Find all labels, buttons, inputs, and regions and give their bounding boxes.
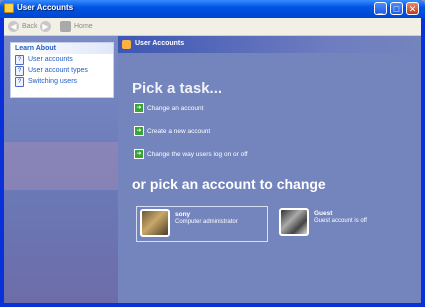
window-frame-bottom (0, 303, 425, 307)
account-name: sony (175, 211, 191, 218)
window-frame-right (421, 18, 425, 307)
learn-link-user-accounts[interactable]: ? User accounts (15, 54, 113, 65)
toolbar: ◀ Back ▶ Home (4, 18, 421, 36)
green-arrow-icon: ➜ (134, 149, 144, 159)
back-arrow-icon: ◀ (8, 21, 19, 32)
account-type: Guest account is off (314, 218, 367, 224)
title-bar[interactable]: User Accounts _ □ ✕ (0, 0, 425, 18)
home-label: Home (74, 23, 93, 30)
maximize-button[interactable]: □ (390, 2, 403, 15)
main-content: Learn About ? User accounts ? User accou… (4, 36, 421, 303)
left-pane: Learn About ? User accounts ? User accou… (4, 36, 118, 303)
green-arrow-icon: ➜ (134, 103, 144, 113)
user-accounts-icon (122, 40, 131, 49)
help-icon: ? (15, 65, 24, 76)
task-label: Change an account (147, 104, 204, 112)
home-button[interactable]: Home (60, 20, 93, 33)
guitar-picture-icon (140, 209, 170, 237)
close-button[interactable]: ✕ (406, 2, 419, 15)
learn-about-panel: Learn About ? User accounts ? User accou… (10, 42, 114, 98)
learn-about-heading: Learn About (11, 43, 113, 54)
task-create-account[interactable]: ➜ Create a new account (134, 126, 210, 136)
learn-link-label: User account types (28, 67, 88, 74)
page-header: User Accounts (118, 36, 421, 53)
task-label: Create a new account (147, 127, 211, 135)
account-type: Computer administrator (175, 219, 238, 225)
learn-link-label: Switching users (28, 78, 78, 85)
forward-arrow-icon: ▶ (40, 21, 51, 32)
back-label: Back (22, 23, 38, 30)
home-icon (60, 21, 71, 32)
account-tile-sony[interactable]: sony Computer administrator (136, 206, 268, 242)
pick-account-heading: or pick an account to change (132, 176, 326, 192)
task-label: Change the way users log on or off (147, 150, 248, 158)
forward-button[interactable]: ▶ (40, 20, 54, 33)
user-accounts-window: User Accounts _ □ ✕ ◀ Back ▶ Home Learn … (0, 0, 425, 307)
minimize-button[interactable]: _ (374, 2, 387, 15)
help-icon: ? (15, 54, 24, 65)
help-icon: ? (15, 76, 24, 87)
window-title: User Accounts (17, 3, 74, 12)
learn-link-user-account-types[interactable]: ? User account types (15, 65, 113, 76)
learn-link-label: User accounts (28, 56, 73, 63)
account-name: Guest (314, 210, 333, 217)
back-button[interactable]: ◀ Back (8, 20, 38, 33)
pick-task-heading: Pick a task... (132, 80, 223, 97)
green-arrow-icon: ➜ (134, 126, 144, 136)
learn-link-switching-users[interactable]: ? Switching users (15, 76, 113, 87)
account-tile-guest[interactable]: Guest Guest account is off (276, 206, 396, 240)
page-header-title: User Accounts (135, 40, 185, 47)
guest-picture-icon (279, 208, 309, 236)
task-change-account[interactable]: ➜ Change an account (134, 103, 203, 113)
user-accounts-app-icon (4, 3, 14, 13)
task-change-logon[interactable]: ➜ Change the way users log on or off (134, 149, 248, 159)
left-pane-band (4, 142, 118, 190)
